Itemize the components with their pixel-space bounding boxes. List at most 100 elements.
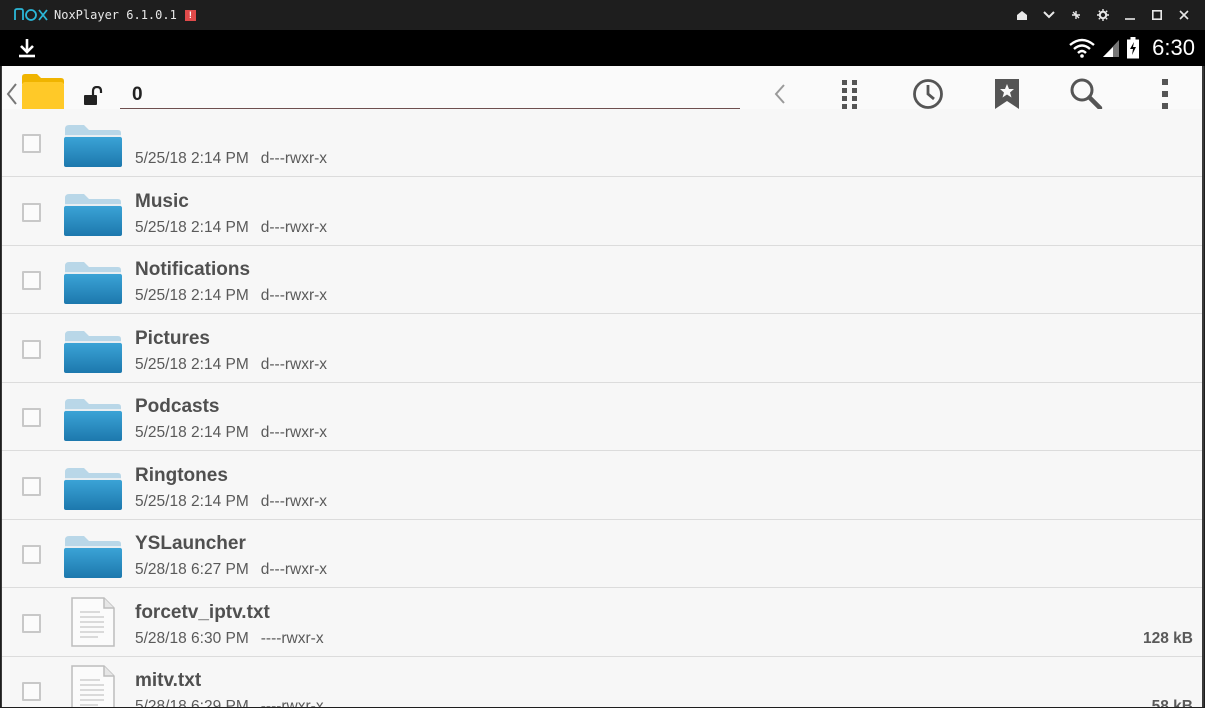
maximize-icon — [1151, 10, 1162, 20]
file-permissions: d---rwxr-x — [260, 218, 328, 236]
bookmarks-button[interactable] — [989, 76, 1025, 112]
clock: 6:30 — [1152, 35, 1195, 60]
view-mode-button[interactable] — [832, 76, 868, 112]
folder-icon — [64, 193, 122, 236]
row-checkbox[interactable] — [22, 202, 41, 222]
settings-button[interactable] — [1089, 0, 1116, 30]
nox-logo-icon — [14, 8, 48, 21]
file-meta: 5/28/18 6:29 PM ----rwxr-x — [135, 698, 324, 707]
row-checkbox[interactable] — [22, 545, 41, 564]
file-row-yslauncher[interactable]: YSLauncher 5/28/18 6:27 PM d---rwxr-x — [2, 520, 1202, 588]
folder-icon — [64, 399, 122, 441]
path-input[interactable]: 0 — [120, 78, 740, 110]
search-button[interactable] — [1068, 76, 1104, 112]
file-name: Podcasts — [135, 396, 220, 417]
path-input-value: 0 — [132, 84, 143, 105]
row-checkbox[interactable] — [22, 271, 41, 290]
file-name: Music — [135, 190, 189, 212]
bookmark-star-icon — [995, 79, 1019, 109]
android-status-bar: 6:30 — [0, 30, 1205, 66]
file-meta: 5/25/18 2:14 PM d---rwxr-x — [135, 356, 327, 374]
alert-badge[interactable]: ! — [184, 9, 196, 21]
minimize-icon — [1124, 18, 1135, 20]
file-date: 5/25/18 2:14 PM — [135, 218, 249, 236]
file-row-pictures[interactable]: Pictures 5/25/18 2:14 PM d---rwxr-x — [2, 314, 1202, 383]
folder-icon — [64, 125, 122, 167]
overflow-menu-button[interactable] — [1147, 76, 1183, 112]
signal-icon — [1103, 40, 1120, 57]
chevron-down-icon — [1042, 11, 1055, 19]
back-chevron-icon[interactable] — [6, 82, 18, 106]
wifi-icon — [1069, 38, 1095, 58]
file-name: Ringtones — [135, 464, 228, 486]
close-button[interactable] — [1170, 0, 1197, 30]
file-row-partial[interactable]: 5/25/18 2:14 PM d---rwxr-x — [2, 109, 1202, 177]
folder-icon — [64, 330, 122, 373]
file-name: forcetv_iptv.txt — [135, 601, 270, 623]
file-date: 5/25/18 2:14 PM — [135, 287, 249, 304]
file-permissions: d---rwxr-x — [260, 287, 328, 304]
file-name: Pictures — [135, 327, 210, 349]
file-permissions: d---rwxr-x — [260, 355, 328, 373]
settings-icon — [1096, 9, 1109, 21]
file-meta: 5/25/18 2:14 PM d---rwxr-x — [135, 424, 327, 442]
file-manager-app: 0 5/25/18 2:14 PM d---rwxr-x Music 5/25/… — [1, 66, 1204, 707]
history-button[interactable] — [910, 76, 946, 112]
file-permissions: d---rwxr-x — [260, 561, 328, 578]
dropdown-button[interactable] — [1035, 0, 1062, 30]
maximize-button[interactable] — [1143, 0, 1170, 30]
download-icon — [19, 39, 35, 58]
file-row-mitv-txt[interactable]: mitv.txt 5/28/18 6:29 PM ----rwxr-x 58 kB — [2, 657, 1202, 707]
clock-icon — [913, 79, 943, 109]
file-permissions: d---rwxr-x — [260, 150, 328, 167]
file-permissions: d---rwxr-x — [260, 492, 328, 510]
close-icon — [1178, 10, 1189, 20]
row-checkbox[interactable] — [22, 613, 41, 633]
file-row-ringtones[interactable]: Ringtones 5/25/18 2:14 PM d---rwxr-x — [2, 451, 1202, 520]
file-permissions: d---rwxr-x — [260, 424, 328, 441]
row-checkbox[interactable] — [22, 408, 41, 427]
file-row-music[interactable]: Music 5/25/18 2:14 PM d---rwxr-x — [2, 177, 1202, 246]
file-name: mitv.txt — [135, 670, 202, 691]
home-button[interactable] — [1008, 0, 1035, 30]
folder-icon — [64, 467, 122, 510]
file-meta: 5/28/18 6:27 PM d---rwxr-x — [135, 561, 327, 579]
unlock-icon[interactable] — [82, 86, 104, 106]
status-icons: 6:30 — [1068, 30, 1195, 66]
file-name: Notifications — [135, 259, 251, 280]
nav-back-button[interactable] — [762, 76, 798, 112]
grid-dots-icon — [842, 80, 857, 109]
file-date: 5/28/18 6:27 PM — [135, 561, 249, 578]
file-row-notifications[interactable]: Notifications 5/25/18 2:14 PM d---rwxr-x — [2, 246, 1202, 314]
file-date: 5/25/18 2:14 PM — [135, 492, 249, 510]
file-meta: 5/28/18 6:30 PM ----rwxr-x — [135, 630, 324, 648]
text-file-icon — [71, 665, 115, 707]
file-date: 5/28/18 6:30 PM — [135, 629, 249, 647]
pin-button[interactable] — [1062, 0, 1089, 30]
chevron-left-icon — [774, 84, 785, 104]
search-icon — [1070, 78, 1103, 111]
file-size: 58 kB — [1151, 698, 1193, 707]
row-checkbox[interactable] — [22, 682, 41, 701]
file-row-forcetv-iptv-txt[interactable]: forcetv_iptv.txt 5/28/18 6:30 PM ----rwxr… — [2, 588, 1202, 657]
file-name: YSLauncher — [135, 533, 246, 554]
file-date: 5/25/18 2:14 PM — [135, 424, 249, 441]
file-size: 128 kB — [1143, 629, 1193, 647]
row-checkbox[interactable] — [22, 476, 41, 496]
file-meta: 5/25/18 2:14 PM d---rwxr-x — [135, 287, 327, 305]
file-date: 5/25/18 2:14 PM — [135, 355, 249, 373]
emulator-title-bar: NoxPlayer 6.1.0.1 ! — [0, 0, 1205, 30]
row-checkbox[interactable] — [22, 339, 41, 359]
window-controls — [1008, 0, 1197, 30]
row-checkbox[interactable] — [22, 134, 41, 153]
file-row-podcasts[interactable]: Podcasts 5/25/18 2:14 PM d---rwxr-x — [2, 383, 1202, 451]
file-permissions: ----rwxr-x — [260, 698, 324, 707]
file-date: 5/28/18 6:29 PM — [135, 698, 249, 707]
file-meta: 5/25/18 2:14 PM d---rwxr-x — [135, 493, 327, 511]
home-icon — [1016, 10, 1027, 20]
minimize-button[interactable] — [1116, 0, 1143, 30]
file-permissions: ----rwxr-x — [260, 629, 324, 647]
file-date: 5/25/18 2:14 PM — [135, 150, 249, 167]
folder-icon — [64, 536, 122, 578]
text-file-icon — [71, 596, 115, 647]
